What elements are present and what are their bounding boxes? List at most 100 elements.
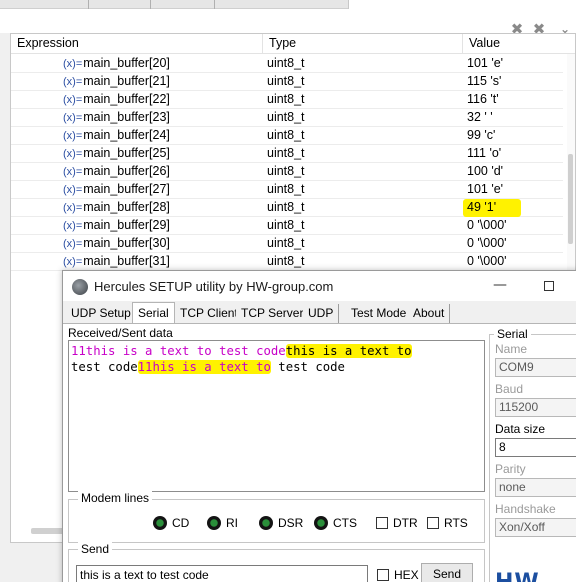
expression-cell: (x)=main_buffer[23] <box>63 109 263 127</box>
value-cell[interactable]: 115 's' <box>466 73 561 91</box>
expression-cell: (x)=main_buffer[24] <box>63 127 263 145</box>
parity-label: Parity <box>495 462 526 476</box>
expression-name: main_buffer[29] <box>83 218 170 232</box>
parity-field[interactable]: none <box>495 478 576 497</box>
sent-text: test code <box>71 360 138 374</box>
expression-cell: (x)=main_buffer[29] <box>63 217 263 235</box>
value-cell[interactable]: 111 'o' <box>466 145 561 163</box>
value-cell[interactable]: 49 '1' <box>466 199 561 217</box>
rts-label: RTS <box>444 516 468 530</box>
value-cell[interactable]: 0 '\000' <box>466 235 561 253</box>
table-row[interactable]: (x)=main_buffer[24] uint8_t 99 'c' <box>11 127 563 145</box>
sent-text-highlighted: this is a text to <box>285 344 412 358</box>
received-line-1: 11this is a text to test codethis is a t… <box>71 343 412 359</box>
table-row[interactable]: (x)=main_buffer[20] uint8_t 101 'e' <box>11 55 563 73</box>
value-cell[interactable]: 116 't' <box>466 91 561 109</box>
minimize-icon[interactable]: — <box>491 277 509 293</box>
tab-tcp-client[interactable]: TCP Client <box>175 304 244 323</box>
expression-name: main_buffer[23] <box>83 110 170 124</box>
baud-field[interactable]: 115200 <box>495 398 576 417</box>
expression-name: main_buffer[31] <box>83 254 170 268</box>
hercules-titlebar[interactable]: Hercules SETUP utility by HW-group.com — <box>63 271 576 301</box>
column-header-expression[interactable]: Expression <box>11 34 263 54</box>
rts-checkbox[interactable] <box>427 517 439 529</box>
window-title: Hercules SETUP utility by HW-group.com <box>94 279 334 294</box>
column-header-value[interactable]: Value <box>463 34 575 54</box>
maximize-icon[interactable] <box>544 281 554 291</box>
tab-test-mode[interactable]: Test Mode <box>346 304 413 323</box>
sent-text: test code <box>270 360 345 374</box>
tab-udp[interactable]: UDP <box>303 304 340 323</box>
table-row[interactable]: (x)=main_buffer[27] uint8_t 101 'e' <box>11 181 563 199</box>
expressions-toolbar: ✖ ✖ ⌄ <box>0 9 576 37</box>
variable-icon: (x)= <box>63 184 83 196</box>
value-cell[interactable]: 99 'c' <box>466 127 561 145</box>
hex-checkbox[interactable] <box>377 569 389 581</box>
expression-cell: (x)=main_buffer[25] <box>63 145 263 163</box>
type-cell: uint8_t <box>267 146 305 160</box>
expression-cell: (x)=main_buffer[21] <box>63 73 263 91</box>
tab-tcp-server[interactable]: TCP Server <box>236 304 310 323</box>
expression-cell: (x)=main_buffer[20] <box>63 55 263 73</box>
variable-icon: (x)= <box>63 112 83 124</box>
value-cell[interactable]: 101 'e' <box>466 55 561 73</box>
value-cell[interactable]: 100 'd' <box>466 163 561 181</box>
send-input[interactable]: this is a text to test code <box>76 565 368 582</box>
type-cell: uint8_t <box>267 254 305 268</box>
cd-led-icon <box>153 516 167 530</box>
dsr-led-icon <box>259 516 273 530</box>
received-text: 11this is a text to test code <box>71 344 286 358</box>
value-cell[interactable]: 101 'e' <box>466 181 561 199</box>
tab-divider <box>150 0 151 9</box>
handshake-label: Handshake <box>495 502 556 516</box>
table-row[interactable]: (x)=main_buffer[23] uint8_t 32 ' ' <box>11 109 563 127</box>
handshake-field[interactable]: Xon/Xoff <box>495 518 576 537</box>
scrollbar-thumb[interactable] <box>568 154 573 244</box>
type-cell: uint8_t <box>267 200 305 214</box>
table-header: Expression Type Value <box>11 34 575 54</box>
expression-name: main_buffer[24] <box>83 128 170 142</box>
dsr-label: DSR <box>278 516 304 530</box>
variable-icon: (x)= <box>63 76 83 88</box>
table-row[interactable]: (x)=main_buffer[31] uint8_t 0 '\000' <box>11 253 563 271</box>
cd-label: CD <box>172 516 190 530</box>
table-row[interactable]: (x)=main_buffer[22] uint8_t 116 't' <box>11 91 563 109</box>
table-row[interactable]: (x)=main_buffer[29] uint8_t 0 '\000' <box>11 217 563 235</box>
table-row[interactable]: (x)=main_buffer[26] uint8_t 100 'd' <box>11 163 563 181</box>
value-cell[interactable]: 0 '\000' <box>466 253 561 271</box>
baud-label: Baud <box>495 382 524 396</box>
table-row[interactable]: (x)=main_buffer[28] uint8_t 49 '1' <box>11 199 563 217</box>
hercules-app-icon <box>72 279 88 295</box>
hw-group-logo: HW gro <box>495 571 576 582</box>
expression-name: main_buffer[22] <box>83 92 170 106</box>
received-text-highlighted: 11his is a text to <box>137 360 271 374</box>
variable-icon: (x)= <box>63 166 83 178</box>
column-header-type[interactable]: Type <box>263 34 463 54</box>
type-cell: uint8_t <box>267 110 305 124</box>
tab-about[interactable]: About <box>408 304 451 323</box>
expression-name: main_buffer[28] <box>83 200 170 214</box>
table-row[interactable]: (x)=main_buffer[30] uint8_t 0 '\000' <box>11 235 563 253</box>
port-name-field[interactable]: COM9 <box>495 358 576 377</box>
table-row[interactable]: (x)=main_buffer[25] uint8_t 111 'o' <box>11 145 563 163</box>
variable-icon: (x)= <box>63 202 83 214</box>
dtr-checkbox[interactable] <box>376 517 388 529</box>
tab-serial[interactable]: Serial <box>132 302 175 324</box>
data-size-field[interactable]: 8 <box>495 438 576 457</box>
send-button[interactable]: Send <box>421 563 473 582</box>
received-line-2: test code11his is a text to test code <box>71 359 345 375</box>
expression-cell: (x)=main_buffer[30] <box>63 235 263 253</box>
expression-name: main_buffer[30] <box>83 236 170 250</box>
variable-icon: (x)= <box>63 238 83 250</box>
type-cell: uint8_t <box>267 218 305 232</box>
modem-lines-title: Modem lines <box>78 491 153 505</box>
value-cell[interactable]: 0 '\000' <box>466 217 561 235</box>
expression-name: main_buffer[26] <box>83 164 170 178</box>
modem-lines-group: Modem lines CD RI DSR CTS DTR RTS <box>68 491 485 543</box>
send-group: Send this is a text to test code HEX Sen… <box>68 542 485 582</box>
tab-divider <box>214 0 215 9</box>
table-row[interactable]: (x)=main_buffer[21] uint8_t 115 's' <box>11 73 563 91</box>
tab-udp-setup[interactable]: UDP Setup <box>66 304 137 323</box>
received-sent-data-box[interactable]: 11this is a text to test codethis is a t… <box>68 340 485 492</box>
value-cell[interactable]: 32 ' ' <box>466 109 561 127</box>
